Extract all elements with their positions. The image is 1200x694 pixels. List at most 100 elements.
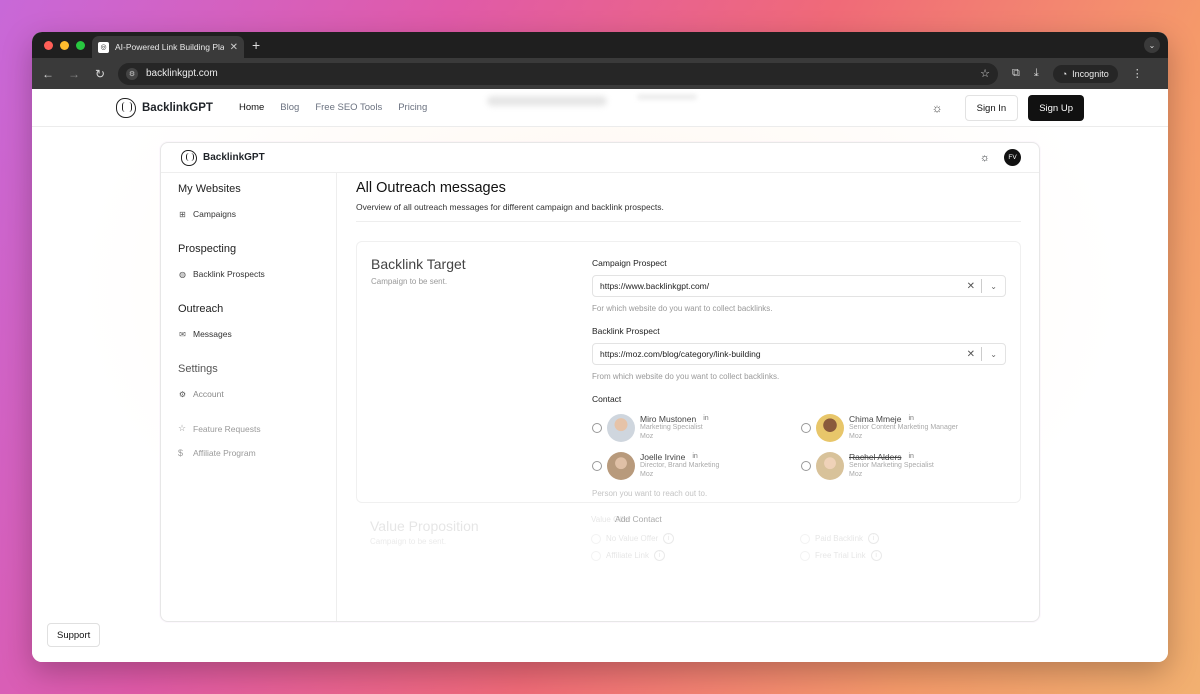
download-icon[interactable]: ⤓ xyxy=(1034,67,1039,80)
sidebar-item-backlink-prospects[interactable]: ◍ Backlink Prospects xyxy=(178,269,336,279)
divider xyxy=(981,279,982,293)
sidebar-item-label: Affiliate Program xyxy=(193,448,256,458)
browser-window: ◎ AI-Powered Link Building Platform ✕ + … xyxy=(32,32,1168,662)
linkedin-icon[interactable]: in xyxy=(692,453,697,461)
close-window-button[interactable] xyxy=(44,41,53,50)
list-item[interactable]: Rachel Alders in Senior Marketing Special… xyxy=(801,449,1006,482)
value-offer-option[interactable]: Free Trial Link i xyxy=(800,550,1000,561)
page-title: All Outreach messages xyxy=(356,180,506,196)
contact-company: Moz xyxy=(640,470,654,478)
campaign-prospect-label: Campaign Prospect xyxy=(592,258,667,268)
sidebar-section-outreach: Outreach xyxy=(178,303,224,315)
contact-company: Moz xyxy=(849,432,863,440)
blurred-decoration xyxy=(637,94,697,100)
app-sidebar: My Websites ⊞ Campaigns Prospecting ◍ Ba… xyxy=(161,173,337,621)
back-icon[interactable]: ← xyxy=(42,67,54,81)
sidebar-item-affiliate-program[interactable]: $ Affiliate Program xyxy=(178,448,336,458)
app-brand-name: BacklinkGPT xyxy=(203,152,265,163)
bookmark-star-icon[interactable]: ☆ xyxy=(980,67,990,80)
forward-icon[interactable]: → xyxy=(68,67,80,81)
linkedin-icon[interactable]: in xyxy=(908,415,913,423)
contact-label: Contact xyxy=(592,394,622,404)
option-label: No Value Offer xyxy=(606,534,659,543)
star-icon: ☆ xyxy=(178,423,187,433)
close-tab-icon[interactable]: ✕ xyxy=(230,42,238,53)
campaign-prospect-select[interactable]: https://www.backlinkgpt.com/ ✕ ⌄ xyxy=(592,275,1006,297)
value-offer-option[interactable]: Paid Backlink i xyxy=(800,533,1000,544)
window-controls xyxy=(44,41,85,50)
sidebar-item-account[interactable]: ⚙ Account xyxy=(178,389,336,399)
minimize-window-button[interactable] xyxy=(60,41,69,50)
new-tab-icon[interactable]: + xyxy=(252,37,260,53)
option-radio[interactable] xyxy=(591,550,601,561)
backlink-target-card: Backlink Target Campaign to be sent. Cam… xyxy=(356,241,1021,524)
site-header: BacklinkGPT Home Blog Free SEO Tools Pri… xyxy=(32,89,1168,127)
campaign-prospect-help: For which website do you want to collect… xyxy=(592,304,773,313)
value-offer-option[interactable]: Affiliate Link i xyxy=(591,550,800,561)
backlink-prospect-select[interactable]: https://moz.com/blog/category/link-build… xyxy=(592,343,1006,365)
browser-toolbar: ← → ↻ ⚙ backlinkgpt.com ☆ ⧉ ⤓ ◔ Incognit… xyxy=(32,58,1168,89)
theme-toggle-icon[interactable]: ☼ xyxy=(932,101,943,115)
contact-name: Rachel Alders xyxy=(849,452,902,463)
favicon-icon: ◎ xyxy=(98,41,109,53)
theme-toggle-icon[interactable]: ☼ xyxy=(980,152,990,164)
contact-radio[interactable] xyxy=(801,460,811,471)
contact-avatar xyxy=(607,413,635,442)
list-item[interactable]: Miro Mustonen in Marketing Specialist Moz xyxy=(592,411,801,444)
reload-icon[interactable]: ↻ xyxy=(94,67,106,81)
info-icon[interactable]: i xyxy=(868,533,880,544)
value-offer-option[interactable]: No Value Offer i xyxy=(591,533,800,544)
sign-up-button[interactable]: Sign Up xyxy=(1028,95,1084,121)
contact-name: Chima Mmeje xyxy=(849,414,902,425)
info-icon[interactable]: i xyxy=(663,533,675,544)
option-radio[interactable] xyxy=(800,533,810,544)
sidebar-item-messages[interactable]: ✉ Messages xyxy=(178,329,336,339)
value-proposition-section: Value Proposition Campaign to be sent. V… xyxy=(370,515,1020,561)
list-item[interactable]: Joelle Irvine in Director, Brand Marketin… xyxy=(592,449,801,482)
sign-in-button[interactable]: Sign In xyxy=(964,95,1019,121)
browser-menu-icon[interactable]: ⋮ xyxy=(1132,67,1143,80)
contact-role: Senior Content Marketing Manager xyxy=(849,424,958,432)
sidebar-section-settings: Settings xyxy=(178,363,218,375)
page-body: BacklinkGPT ☼ FV My Websites ⊞ Campaigns… xyxy=(32,127,1168,662)
section-title: Backlink Target xyxy=(371,256,466,272)
support-button[interactable]: Support xyxy=(47,623,101,647)
avatar[interactable]: FV xyxy=(1004,149,1021,166)
list-item[interactable]: Chima Mmeje in Senior Content Marketing M… xyxy=(801,411,1006,444)
info-icon[interactable]: i xyxy=(654,550,665,561)
linkedin-icon[interactable]: in xyxy=(908,453,913,461)
tab-strip: ◎ AI-Powered Link Building Platform ✕ + … xyxy=(32,32,1168,58)
contact-company: Moz xyxy=(849,470,863,478)
sidebar-item-feature-requests[interactable]: ☆ Feature Requests xyxy=(178,423,336,434)
nav-pricing[interactable]: Pricing xyxy=(398,102,427,113)
nav-home[interactable]: Home xyxy=(239,102,264,113)
nav-free-seo-tools[interactable]: Free SEO Tools xyxy=(315,102,382,113)
extensions-icon[interactable]: ⧉ xyxy=(1012,67,1020,80)
linkedin-icon[interactable]: in xyxy=(703,415,708,423)
app-preview: BacklinkGPT ☼ FV My Websites ⊞ Campaigns… xyxy=(160,142,1040,622)
contact-radio[interactable] xyxy=(801,422,811,433)
browser-tab[interactable]: ◎ AI-Powered Link Building Platform ✕ xyxy=(92,36,244,58)
contact-radio[interactable] xyxy=(592,460,602,471)
contact-role: Senior Marketing Specialist xyxy=(849,462,934,470)
site-logo[interactable]: BacklinkGPT xyxy=(116,97,213,118)
clear-icon[interactable]: ✕ xyxy=(967,281,975,292)
nav-blog[interactable]: Blog xyxy=(280,102,299,113)
clear-icon[interactable]: ✕ xyxy=(967,349,975,360)
app-main: All Outreach messages Overview of all ou… xyxy=(356,173,1021,621)
option-radio[interactable] xyxy=(800,550,810,561)
contact-radio[interactable] xyxy=(592,422,602,433)
maximize-window-button[interactable] xyxy=(76,41,85,50)
option-radio[interactable] xyxy=(591,533,601,544)
sidebar-item-campaigns[interactable]: ⊞ Campaigns xyxy=(178,209,336,219)
chevron-down-icon[interactable]: ⌄ xyxy=(990,282,997,291)
incognito-badge[interactable]: ◔ Incognito xyxy=(1052,64,1118,83)
tab-search-icon[interactable]: ⌄ xyxy=(1144,37,1160,53)
brain-logo-icon xyxy=(181,149,197,166)
sidebar-item-label: Campaigns xyxy=(193,209,236,219)
info-icon[interactable]: i xyxy=(870,550,882,561)
site-info-icon[interactable]: ⚙ xyxy=(126,67,138,80)
contact-avatar xyxy=(816,451,844,480)
address-bar[interactable]: ⚙ backlinkgpt.com ☆ xyxy=(118,62,998,85)
chevron-down-icon[interactable]: ⌄ xyxy=(990,350,997,359)
